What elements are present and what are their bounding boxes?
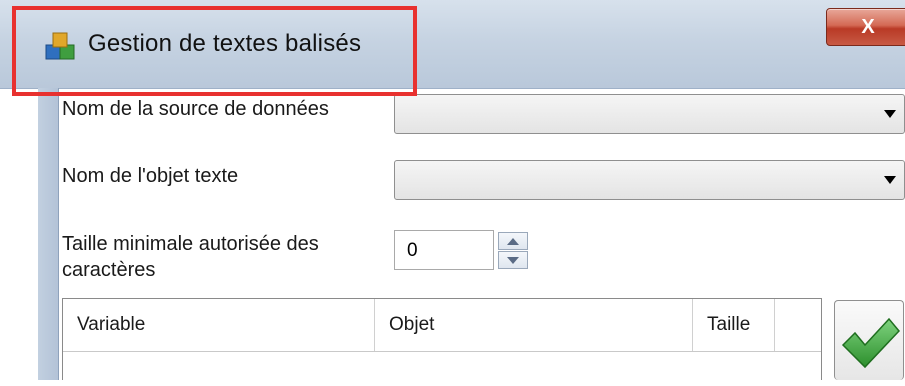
chevron-down-icon [884,110,896,118]
validate-button[interactable] [834,300,904,380]
min-size-input[interactable]: 0 [394,230,494,270]
source-dropdown[interactable] [394,94,905,134]
column-header-variable[interactable]: Variable [63,299,375,351]
object-dropdown[interactable] [394,160,905,200]
spin-up-button[interactable] [498,232,528,250]
object-label: Nom de l'objet texte [62,165,239,187]
variables-table[interactable]: Variable Objet Taille [62,298,822,380]
min-size-label-line1: Taille minimale autorisée des [62,233,319,255]
chevron-down-icon [884,176,896,184]
arrow-down-icon [507,256,519,264]
min-size-label-line2: caractères [62,259,156,281]
close-icon: X [861,15,875,38]
min-size-value: 0 [407,240,418,261]
table-header: Variable Objet Taille [63,299,821,352]
window-frame-left [38,88,59,380]
green-checkmark-icon [841,317,901,369]
column-header-empty [775,299,821,351]
dialog-window: Gestion de textes balisés X Nom de la so… [0,0,905,380]
source-label: Nom de la source de données [62,98,329,120]
highlight-annotation [12,6,417,96]
close-button[interactable]: X [826,8,905,46]
spin-down-button[interactable] [498,251,528,269]
arrow-up-icon [507,237,519,245]
column-header-taille[interactable]: Taille [693,299,775,351]
column-header-objet[interactable]: Objet [375,299,693,351]
